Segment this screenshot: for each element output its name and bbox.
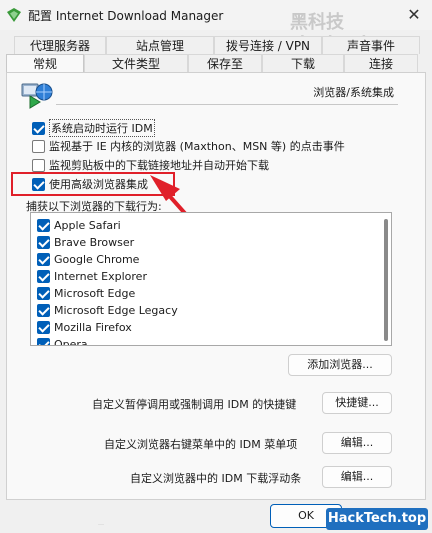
window-title: 配置 Internet Download Manager	[28, 9, 224, 23]
option-label: 监视剪贴板中的下载链接地址并自动开始下载	[49, 159, 269, 172]
tab-dialup-vpn[interactable]: 拨号连接 / VPN	[214, 36, 322, 54]
hotkey-button[interactable]: 快捷键...	[322, 392, 392, 414]
option-label: 系统启动时运行 IDM	[49, 119, 155, 137]
list-scrollbar[interactable]	[384, 219, 388, 341]
brand-watermark: HackTech.top	[326, 508, 428, 530]
browser-list[interactable]: Apple Safari Brave Browser Google Chrome…	[30, 212, 392, 346]
idm-app-icon	[7, 8, 21, 22]
option-label: 监视基于 IE 内核的浏览器 (Maxthon、MSN 等) 的点击事件	[49, 140, 345, 153]
browser-label: Microsoft Edge	[54, 286, 136, 300]
edit-context-menu-button[interactable]: 编辑...	[322, 432, 392, 454]
tab-general[interactable]: 常规	[6, 54, 84, 73]
checkbox[interactable]	[37, 320, 50, 334]
tab-save-to[interactable]: 保存至	[188, 54, 262, 72]
checkbox[interactable]	[37, 218, 50, 232]
add-browser-button[interactable]: 添加浏览器...	[288, 354, 392, 376]
browser-label: Opera	[54, 337, 88, 346]
tab-connection[interactable]: 连接	[344, 54, 418, 72]
list-item[interactable]: Google Chrome	[37, 251, 139, 267]
tab-downloads[interactable]: 下载	[262, 54, 344, 72]
watermark-text: 黑科技	[290, 12, 344, 33]
tab-proxy[interactable]: 代理服务器	[14, 36, 106, 54]
close-button[interactable]: ✕	[400, 2, 428, 28]
browser-integration-icon	[21, 83, 53, 109]
floating-bar-label: 自定义浏览器中的 IDM 下载浮动条	[130, 472, 302, 485]
list-item[interactable]: Apple Safari	[37, 217, 121, 233]
tab-sound-events[interactable]: 声音事件	[322, 36, 420, 54]
edit-floating-bar-button[interactable]: 编辑...	[322, 466, 392, 488]
checkbox[interactable]	[37, 303, 50, 317]
list-item[interactable]: Opera	[37, 336, 88, 346]
checkbox[interactable]	[32, 158, 45, 172]
highlight-box	[11, 172, 175, 196]
browser-label: Mozilla Firefox	[54, 320, 132, 334]
list-item[interactable]: Mozilla Firefox	[37, 319, 132, 335]
section-title: 浏览器/系统集成	[313, 86, 394, 99]
checkbox[interactable]	[37, 269, 50, 283]
checkbox[interactable]	[37, 286, 50, 300]
checkbox[interactable]	[32, 121, 45, 135]
list-item[interactable]: Microsoft Edge Legacy	[37, 302, 178, 318]
option-monitor-ie-clicks[interactable]: 监视基于 IE 内核的浏览器 (Maxthon、MSN 等) 的点击事件	[32, 138, 345, 154]
checkbox[interactable]	[37, 235, 50, 249]
browser-label: Google Chrome	[54, 252, 140, 266]
checkbox[interactable]	[32, 139, 45, 153]
option-run-on-startup[interactable]: 系统启动时运行 IDM	[32, 119, 155, 137]
list-item[interactable]: Brave Browser	[37, 234, 134, 250]
browser-label: Internet Explorer	[54, 269, 147, 283]
list-item[interactable]: Internet Explorer	[37, 268, 147, 284]
checkbox[interactable]	[37, 337, 50, 345]
browser-label: Brave Browser	[54, 235, 135, 249]
checkbox[interactable]	[37, 252, 50, 266]
tab-file-types[interactable]: 文件类型	[84, 54, 188, 72]
list-item[interactable]: Microsoft Edge	[37, 285, 135, 301]
browser-label: Apple Safari	[54, 218, 121, 232]
section-divider	[56, 104, 398, 105]
tab-site-management[interactable]: 站点管理	[106, 36, 214, 54]
title-bar: 配置 Internet Download Manager ✕	[0, 0, 432, 30]
pause-hotkey-label: 自定义暂停调用或强制调用 IDM 的快捷键	[92, 398, 297, 411]
browser-label: Microsoft Edge Legacy	[54, 303, 178, 317]
context-menu-label: 自定义浏览器右键菜单中的 IDM 菜单项	[104, 438, 298, 451]
option-monitor-clipboard[interactable]: 监视剪贴板中的下载链接地址并自动开始下载	[32, 157, 269, 173]
watermark-faint-text: …	[98, 520, 104, 527]
